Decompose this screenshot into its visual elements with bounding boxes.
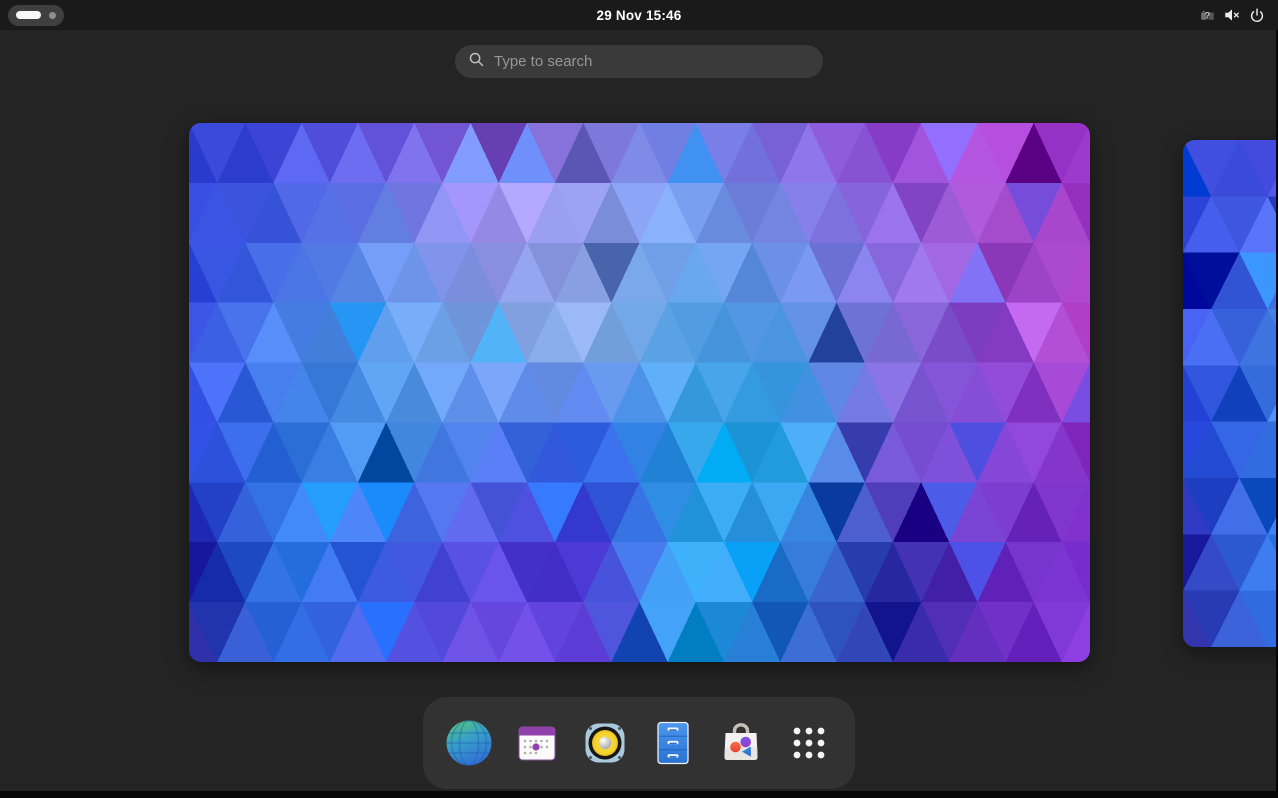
dock-item-files[interactable] [648,718,698,768]
network-unknown-icon: ? [1199,7,1216,24]
dock-item-app-grid[interactable] [784,718,834,768]
wallpaper-next [1183,140,1278,647]
workspace-inactive-dot [49,12,56,19]
dock-item-music-player[interactable] [580,718,630,768]
workspace-preview-next[interactable] [1183,140,1278,647]
dock-item-software-store[interactable] [716,718,766,768]
volume-muted-icon [1223,6,1241,24]
dock-item-calendar[interactable] [512,718,562,768]
system-status-menu[interactable]: ? [1195,0,1270,30]
app-grid-icon [784,718,834,768]
search-bar[interactable] [455,45,823,78]
clock-label: 29 Nov 15:46 [597,8,682,23]
workspace-active-indicator [16,11,41,19]
music-player-icon [580,718,630,768]
search-input[interactable] [494,53,810,70]
calendar-icon [512,718,562,768]
power-icon [1248,6,1266,24]
svg-text:?: ? [1205,10,1211,20]
search-icon [468,51,485,73]
screen-edge-bottom [0,791,1278,798]
wallpaper-current [189,123,1090,662]
dock-item-web-browser[interactable] [444,718,494,768]
workspace-indicator-pill[interactable] [8,5,64,26]
workspace-preview-current[interactable] [189,123,1090,662]
top-bar: 29 Nov 15:46 ? [0,0,1278,30]
software-store-icon [716,718,766,768]
files-icon [648,718,698,768]
dash [423,697,855,789]
clock-menu-button[interactable]: 29 Nov 15:46 [597,0,682,30]
web-browser-icon [444,718,494,768]
